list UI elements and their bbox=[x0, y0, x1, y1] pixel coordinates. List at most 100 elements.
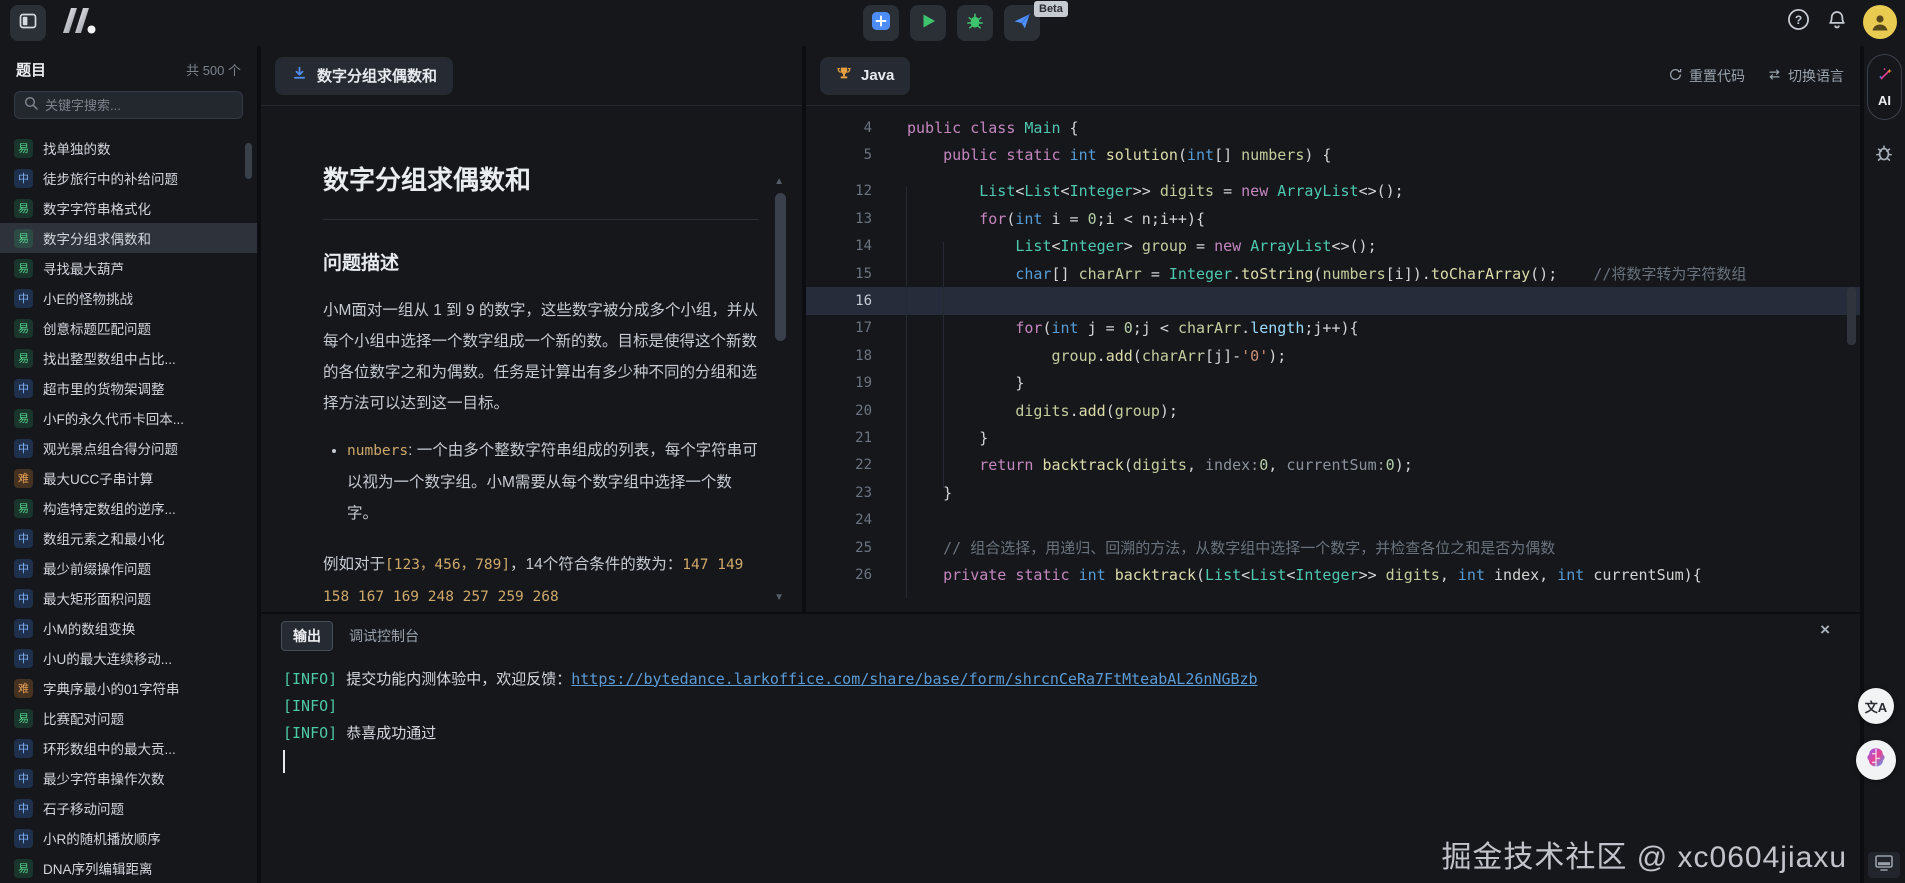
difficulty-badge: 易 bbox=[14, 348, 33, 368]
console-text: 提交功能内测体验中，欢迎反馈： bbox=[337, 670, 572, 688]
problem-list-item[interactable]: 中最少字符串操作次数 bbox=[0, 763, 257, 793]
run-button[interactable] bbox=[910, 5, 946, 41]
problem-list-item[interactable]: 易数字分组求偶数和 bbox=[0, 223, 257, 253]
code-editor[interactable]: 4 public class Main {5 public static int … bbox=[806, 106, 1860, 611]
code-line[interactable]: 20 digits.add(group); bbox=[806, 397, 1860, 424]
problem-list-item[interactable]: 中小U的最大连续移动... bbox=[0, 643, 257, 673]
code-line[interactable]: 13 for(int i = 0;i < n;i++){ bbox=[806, 205, 1860, 232]
feedback-link[interactable]: https://bytedance.larkoffice.com/share/b… bbox=[571, 670, 1257, 688]
problem-title-label: 最少字符串操作次数 bbox=[43, 772, 165, 787]
problem-list-item[interactable]: 中小R的随机播放顺序 bbox=[0, 823, 257, 853]
notifications-bell-icon[interactable] bbox=[1825, 8, 1849, 37]
indent-guide bbox=[943, 242, 944, 488]
scroll-up-icon[interactable]: ▲ bbox=[774, 176, 784, 187]
problem-list-item[interactable]: 难最大UCC子串计算 bbox=[0, 463, 257, 493]
code-text: for(int i = 0;i < n;i++){ bbox=[979, 209, 1206, 228]
screen-monitor-button[interactable] bbox=[1868, 852, 1900, 878]
search-input[interactable] bbox=[45, 97, 233, 113]
code-line[interactable]: 21 } bbox=[806, 424, 1860, 451]
parameter-text: : 一个由多个整数字符串组成的列表，每个字符串可以视为一个数字组。小M需要从每个… bbox=[347, 442, 758, 522]
code-line[interactable]: 26 private static int backtrack(List<Lis… bbox=[806, 561, 1860, 588]
code-line[interactable]: 23 } bbox=[806, 479, 1860, 506]
reset-code-button[interactable]: 重置代码 bbox=[1668, 66, 1745, 86]
code-line[interactable]: 22 return backtrack(digits, index:0, cur… bbox=[806, 452, 1860, 479]
problem-title-label: 小U的最大连续移动... bbox=[43, 652, 173, 667]
translate-button[interactable]: 文A bbox=[1858, 688, 1894, 724]
scroll-down-icon[interactable]: ▼ bbox=[774, 592, 784, 603]
bug-icon bbox=[965, 11, 985, 36]
code-line[interactable]: 15 char[] charArr = Integer.toString(num… bbox=[806, 260, 1860, 287]
problem-list-item[interactable]: 中最大矩形面积问题 bbox=[0, 583, 257, 613]
code-line[interactable]: 25 // 组合选择，用递归、回溯的方法，从数字组中选择一个数字，并检查各位之和… bbox=[806, 534, 1860, 561]
problem-list-item[interactable]: 难字典序最小的01字符串 bbox=[0, 673, 257, 703]
line-number: 16 bbox=[855, 293, 872, 310]
code-text: public static int solution(int[] numbers… bbox=[943, 146, 1332, 165]
search-box[interactable] bbox=[14, 91, 243, 119]
problem-list-item[interactable]: 易构造特定数组的逆序... bbox=[0, 493, 257, 523]
language-tab[interactable]: Java bbox=[820, 56, 911, 95]
problem-sidebar: 题目 共 500 个 易找单独的数中徒步旅行中的补给问题易数字字符串格式化易数字… bbox=[0, 46, 257, 883]
problem-list-item[interactable]: 中徒步旅行中的补给问题 bbox=[0, 163, 257, 193]
sidebar-scrollbar[interactable] bbox=[245, 143, 252, 179]
app-logo-icon[interactable] bbox=[60, 7, 96, 39]
difficulty-badge: 难 bbox=[14, 678, 33, 698]
problem-list-item[interactable]: 中小M的数组变换 bbox=[0, 613, 257, 643]
tab-debug-console[interactable]: 调试控制台 bbox=[349, 626, 419, 646]
example-prefix: 例如对于 bbox=[323, 556, 386, 573]
code-line[interactable]: 17 for(int j = 0;j < charArr.length;j++)… bbox=[806, 315, 1860, 342]
tab-output[interactable]: 输出 bbox=[281, 621, 333, 651]
submit-button[interactable]: Beta bbox=[1004, 1, 1068, 41]
code-line[interactable]: 19 } bbox=[806, 370, 1860, 397]
problem-scrollbar[interactable] bbox=[775, 193, 786, 341]
problem-list-item[interactable]: 易比赛配对问题 bbox=[0, 703, 257, 733]
problem-list-item[interactable]: 易创意标题匹配问题 bbox=[0, 313, 257, 343]
log-level-tag: [INFO] bbox=[283, 696, 338, 715]
problem-list-item[interactable]: 中数组元素之和最小化 bbox=[0, 523, 257, 553]
problem-list-item[interactable]: 中环形数组中的最大贡... bbox=[0, 733, 257, 763]
search-icon bbox=[24, 96, 38, 115]
code-line[interactable]: 5 public static int solution(int[] numbe… bbox=[806, 141, 1860, 168]
code-text: } bbox=[907, 374, 1025, 393]
console-line: [INFO] 恭喜成功通过 bbox=[283, 719, 1860, 746]
problem-list-item[interactable]: 易找单独的数 bbox=[0, 133, 257, 163]
problem-list-item[interactable]: 易找出整型数组中占比... bbox=[0, 343, 257, 373]
code-line[interactable]: 4 public class Main { bbox=[806, 114, 1860, 141]
problem-title-label: 最大UCC子串计算 bbox=[43, 472, 154, 487]
problem-list-item[interactable]: 中最少前缀操作问题 bbox=[0, 553, 257, 583]
sidebar-toggle-button[interactable] bbox=[10, 5, 46, 41]
difficulty-badge: 中 bbox=[14, 618, 33, 638]
code-line[interactable]: 14 List<Integer> group = new ArrayList<>… bbox=[806, 233, 1860, 260]
help-icon[interactable]: ? bbox=[1786, 7, 1811, 37]
editor-scrollbar[interactable] bbox=[1847, 287, 1856, 345]
code-line[interactable]: 18 group.add(charArr[j]-'0'); bbox=[806, 342, 1860, 369]
line-number: 12 bbox=[855, 183, 872, 200]
ai-assistant-button[interactable]: AI bbox=[1867, 54, 1902, 120]
problem-title-label: 超市里的货物架调整 bbox=[43, 382, 165, 397]
problem-list-item[interactable]: 中石子移动问题 bbox=[0, 793, 257, 823]
problem-list-item[interactable]: 中观光景点组合得分问题 bbox=[0, 433, 257, 463]
feedback-bug-icon[interactable] bbox=[1873, 142, 1895, 169]
example-input: [123，456，789] bbox=[385, 557, 511, 573]
difficulty-badge: 易 bbox=[14, 408, 33, 428]
user-avatar[interactable] bbox=[1863, 5, 1897, 39]
problem-title-label: 创意标题匹配问题 bbox=[43, 322, 151, 337]
ai-new-button[interactable] bbox=[863, 5, 899, 41]
problem-list-item[interactable]: 易小F的永久代币卡回本... bbox=[0, 403, 257, 433]
problem-list-item[interactable]: 易数字字符串格式化 bbox=[0, 193, 257, 223]
problem-list-item[interactable]: 易 DNA序列编辑距离 bbox=[0, 853, 257, 883]
switch-language-button[interactable]: 切换语言 bbox=[1767, 66, 1844, 86]
code-line[interactable]: 24 bbox=[806, 506, 1860, 533]
code-line[interactable]: 16 bbox=[806, 287, 1860, 315]
debug-button[interactable] bbox=[957, 5, 993, 41]
problem-list-item[interactable]: 中超市里的货物架调整 bbox=[0, 373, 257, 403]
close-icon[interactable]: × bbox=[1820, 620, 1830, 640]
problem-title-label: 小R的随机播放顺序 bbox=[43, 832, 161, 847]
problem-list-item[interactable]: 中小E的怪物挑战 bbox=[0, 283, 257, 313]
problem-tab[interactable]: 数字分组求偶数和 bbox=[275, 56, 454, 95]
line-number: 23 bbox=[855, 484, 872, 501]
code-line[interactable]: 12 List<List<Integer>> digits = new Arra… bbox=[806, 178, 1860, 205]
ai-brain-button[interactable] bbox=[1856, 740, 1896, 780]
difficulty-badge: 易 bbox=[14, 708, 33, 728]
problem-list-item[interactable]: 易寻找最大葫芦 bbox=[0, 253, 257, 283]
problem-count: 共 500 个 bbox=[186, 63, 241, 78]
